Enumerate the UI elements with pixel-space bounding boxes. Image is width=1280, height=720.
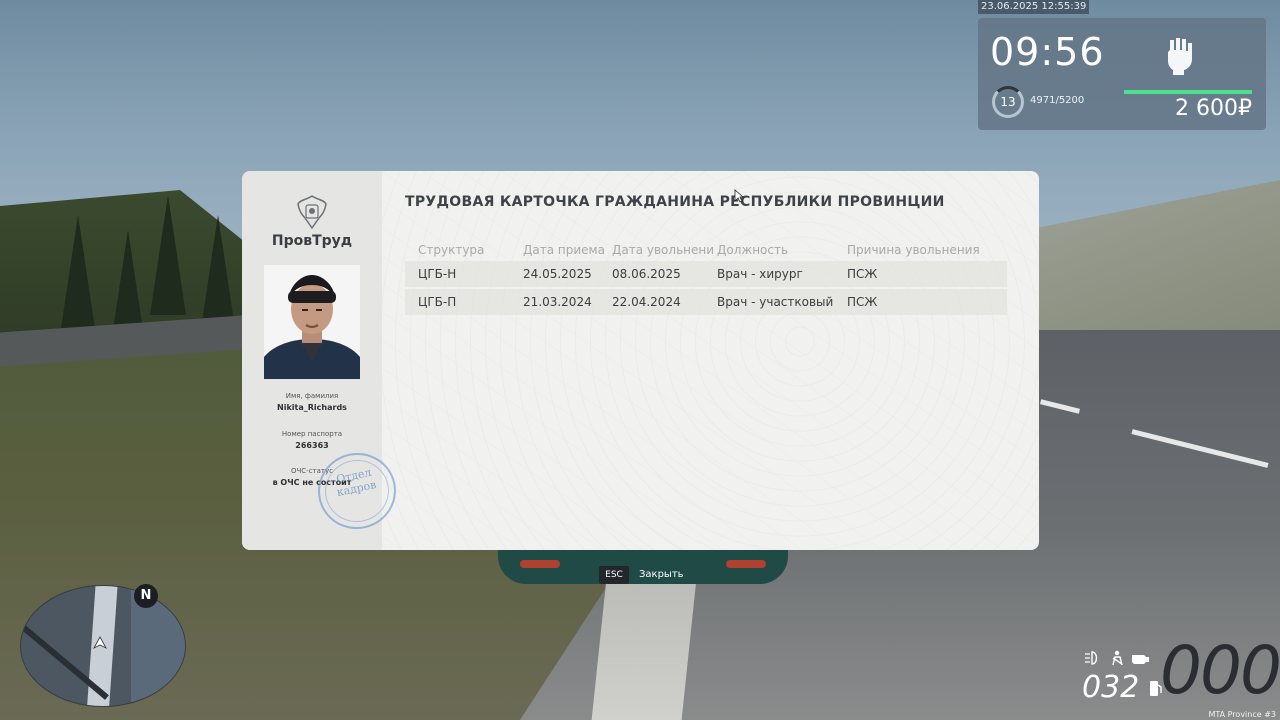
passport-value: 266363 [295, 441, 329, 450]
seatbelt-icon [1112, 650, 1123, 666]
cell-hire-date: 24.05.2025 [523, 267, 592, 281]
cell-hire-date: 21.03.2024 [523, 295, 592, 309]
emblem-icon [297, 195, 327, 230]
column-header: Дата увольнени [612, 243, 715, 257]
employment-table: Структура Дата приема Дата увольнени Дол… [405, 241, 1007, 315]
fuel-value: 032 [1082, 670, 1140, 705]
org-name: ПровТруд [271, 233, 353, 249]
table-header: Структура Дата приема Дата увольнени Дол… [405, 241, 1007, 259]
player-arrow-icon [93, 636, 107, 649]
tail-light [726, 560, 766, 568]
fuel-readout: 032 [1082, 670, 1163, 705]
close-label[interactable]: Закрыть [639, 566, 684, 584]
cell-structure: ЦГБ-П [418, 295, 457, 309]
money-value: 2 600₽ [1175, 96, 1252, 121]
fist-icon [1168, 38, 1192, 75]
cell-position: Врач - участковый [717, 295, 834, 309]
experience-value: 4971/5200 [1030, 95, 1085, 106]
name-value: Nikita_Richards [277, 403, 347, 412]
datetime: 23.06.2025 12:55:39 [978, 0, 1090, 14]
tail-light [520, 560, 560, 568]
engine-icon [1132, 655, 1149, 664]
tree [60, 215, 96, 335]
curb [591, 560, 699, 720]
citizen-photo [264, 265, 360, 379]
employment-card: ПровТруд Имя, фамилия Nikita_Richards Но… [242, 171, 1039, 550]
server-tag: MTA Province #3 [1208, 710, 1276, 719]
compass-north: N [134, 584, 158, 608]
table-row: ЦГБ-Н 24.05.2025 08.06.2025 Врач - хирур… [405, 261, 1007, 287]
minimap [20, 585, 186, 707]
table-row: ЦГБ-П 21.03.2024 22.04.2024 Врач - участ… [405, 289, 1007, 315]
hud-panel: 09:56 13 4971/5200 2 600₽ [978, 18, 1266, 130]
name-label: Имя, фамилия [285, 392, 339, 400]
column-header: Причина увольнения [847, 243, 980, 257]
column-header: Дата приема [523, 243, 605, 257]
cell-reason: ПСЖ [847, 295, 878, 309]
cell-dismissal-date: 22.04.2024 [612, 295, 681, 309]
cell-reason: ПСЖ [847, 267, 878, 281]
game-clock: 09:56 [990, 30, 1105, 74]
tree [150, 195, 186, 315]
portrait-image [264, 265, 360, 379]
cell-dismissal-date: 08.06.2025 [612, 267, 681, 281]
column-header: Должность [717, 243, 789, 257]
cursor-icon [734, 189, 744, 203]
card-title: ТРУДОВАЯ КАРТОЧКА ГРАЖДАНИНА РЕСПУБЛИКИ … [405, 194, 945, 210]
cell-structure: ЦГБ-Н [418, 267, 457, 281]
health-bar [1124, 90, 1252, 94]
card-sidebar: ПровТруд Имя, фамилия Nikita_Richards Но… [242, 171, 404, 550]
column-header: Структура [418, 243, 485, 257]
cell-position: Врач - хирург [717, 267, 803, 281]
esc-key[interactable]: ESC [599, 566, 629, 584]
level-value: 13 [1000, 95, 1016, 109]
headlight-icon [1085, 651, 1098, 665]
dashboard-indicators [1085, 650, 1149, 666]
speedometer: 000 [1160, 632, 1280, 709]
passport-label: Номер паспорта [281, 430, 343, 438]
